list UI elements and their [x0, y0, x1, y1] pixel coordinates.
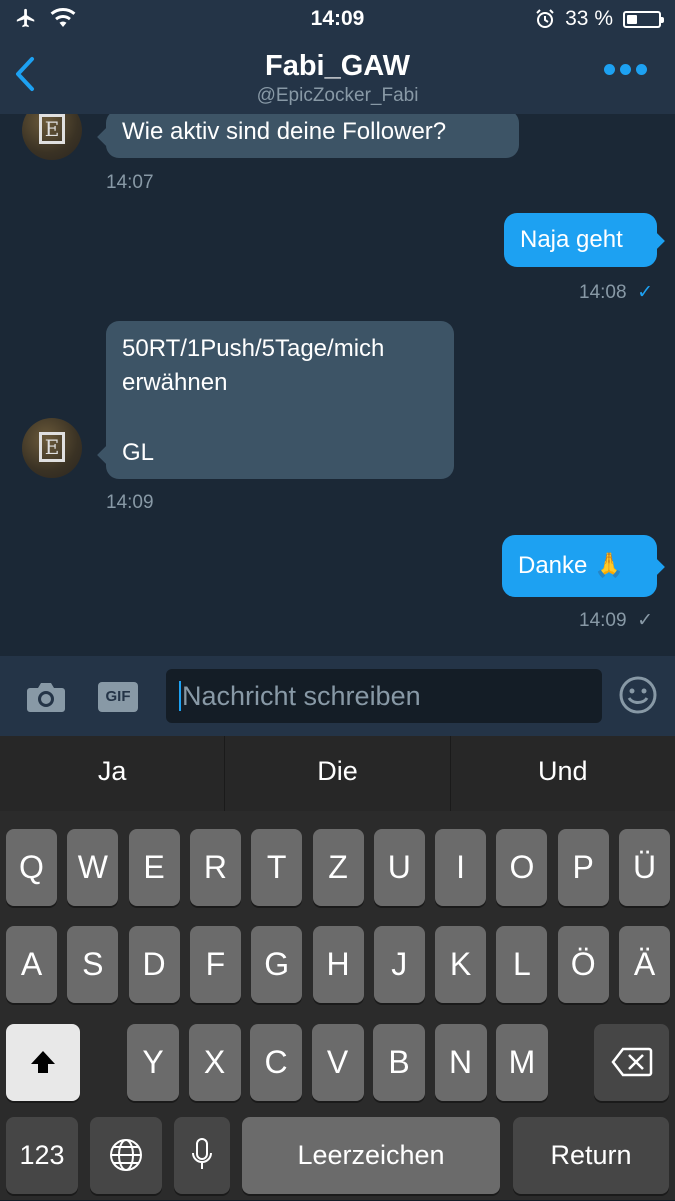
key-t[interactable]: T [251, 829, 303, 906]
microphone-icon [192, 1138, 212, 1169]
prediction-item[interactable]: Und [451, 736, 675, 811]
key-j[interactable]: J [373, 926, 425, 1003]
key-f[interactable]: F [189, 926, 241, 1003]
backspace-icon [610, 1047, 652, 1077]
predictive-bar: Ja Die Und [0, 736, 675, 811]
dictation-key[interactable] [174, 1117, 230, 1194]
battery-percent: 33 % [565, 7, 613, 30]
key-e[interactable]: E [128, 829, 180, 906]
top-bar: 14:09 33 % Fabi_GAW @EpicZocker_Fabi [0, 0, 675, 114]
camera-icon[interactable] [26, 680, 66, 714]
delete-key[interactable] [594, 1024, 669, 1101]
key-u[interactable]: U [373, 829, 425, 906]
outgoing-message[interactable]: Danke 🙏 [502, 535, 657, 597]
key-p[interactable]: P [557, 829, 609, 906]
key-y[interactable]: Y [127, 1024, 179, 1101]
shift-icon [31, 1051, 55, 1073]
key-m[interactable]: M [496, 1024, 548, 1101]
key-o[interactable]: O [496, 829, 548, 906]
key-k[interactable]: K [435, 926, 487, 1003]
incoming-message[interactable]: Wie aktiv sind deine Follower? [106, 114, 519, 158]
status-bar: 14:09 33 % [0, 0, 675, 38]
numbers-key[interactable]: 123 [6, 1117, 78, 1194]
avatar[interactable]: E [22, 114, 82, 160]
outgoing-message[interactable]: Naja geht [504, 213, 657, 267]
key-l[interactable]: L [496, 926, 548, 1003]
key-i[interactable]: I [435, 829, 487, 906]
conversation-handle: @EpicZocker_Fabi [256, 85, 419, 106]
globe-key[interactable] [90, 1117, 162, 1194]
keyboard: Ja Die Und QWERTZUIOPÜ ASDFGHJKLÖÄ YXCVBNM… [0, 736, 675, 1200]
key-a[interactable]: A [6, 926, 57, 1003]
shift-key[interactable] [6, 1024, 80, 1101]
message-timestamp: 14:07 [106, 172, 154, 193]
more-options-icon[interactable] [604, 64, 647, 75]
emoji-icon[interactable] [618, 675, 658, 715]
message-timestamp: 14:09 [106, 492, 154, 513]
key-ö[interactable]: Ö [557, 926, 609, 1003]
key-d[interactable]: D [128, 926, 180, 1003]
key-v[interactable]: V [311, 1024, 364, 1101]
battery-icon [623, 10, 664, 28]
prediction-item[interactable]: Ja [0, 736, 226, 811]
avatar[interactable]: E [22, 418, 82, 478]
return-key[interactable]: Return [513, 1117, 669, 1194]
key-s[interactable]: S [67, 926, 119, 1003]
key-n[interactable]: N [434, 1024, 487, 1101]
key-b[interactable]: B [373, 1024, 425, 1101]
key-q[interactable]: Q [6, 829, 57, 906]
message-input[interactable]: Nachricht schreiben [166, 669, 602, 723]
key-z[interactable]: Z [312, 829, 364, 906]
key-ü[interactable]: Ü [619, 829, 670, 906]
key-x[interactable]: X [188, 1024, 241, 1101]
space-key[interactable]: Leerzeichen [242, 1117, 500, 1194]
globe-icon [110, 1139, 142, 1171]
gif-button[interactable]: GIF [98, 682, 138, 712]
read-check-icon: ✓ [637, 282, 654, 303]
message-timestamp: 14:09 ✓ [579, 610, 654, 631]
incoming-message[interactable]: 50RT/1Push/5Tage/mich erwähnen GL [106, 321, 454, 479]
message-timestamp: 14:08 ✓ [579, 282, 654, 303]
key-h[interactable]: H [312, 926, 364, 1003]
prediction-item[interactable]: Die [225, 736, 451, 811]
alarm-icon [536, 9, 554, 28]
key-w[interactable]: W [67, 829, 119, 906]
conversation-title[interactable]: Fabi_GAW [0, 50, 675, 83]
message-thread[interactable]: E Wie aktiv sind deine Follower? 14:07 N… [0, 114, 675, 656]
sent-check-icon: ✓ [637, 610, 654, 631]
key-g[interactable]: G [251, 926, 303, 1003]
key-ä[interactable]: Ä [619, 926, 670, 1003]
key-c[interactable]: C [250, 1024, 302, 1101]
key-r[interactable]: R [189, 829, 241, 906]
